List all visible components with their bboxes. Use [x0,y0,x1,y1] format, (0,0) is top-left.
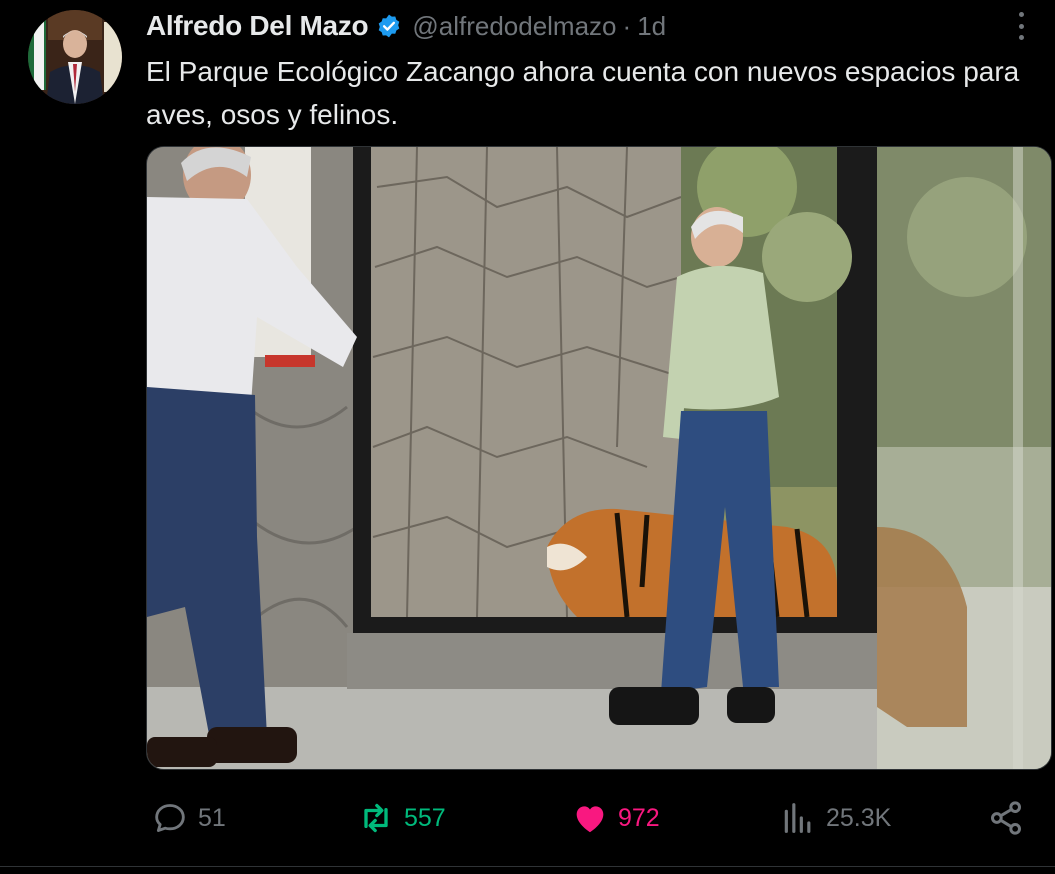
like-button[interactable]: 972 [570,796,660,840]
retweet-button[interactable]: 557 [356,796,446,840]
views-bar-chart-icon [784,803,811,833]
author-handle[interactable]: @alfredodelmazo [412,11,616,42]
tweet-timestamp[interactable]: 1d [637,11,666,42]
reply-count: 51 [198,803,226,832]
share-button[interactable] [986,796,1026,840]
tweet-photo[interactable] [146,146,1052,770]
retweet-count: 557 [404,803,446,832]
author-avatar[interactable] [28,10,122,104]
divider [0,866,1055,867]
reply-button[interactable]: 51 [150,796,226,840]
more-options-icon[interactable] [1007,10,1035,42]
views-button[interactable]: 25.3K [778,796,891,840]
tweet-card[interactable]: Alfredo Del Mazo @alfredodelmazo · 1d El… [0,0,1055,874]
view-count: 25.3K [826,803,892,832]
author-name[interactable]: Alfredo Del Mazo [146,10,369,42]
verified-badge-icon [376,13,402,39]
retweet-icon [364,803,388,833]
action-bar: 51 557 972 25.3K [146,796,1026,840]
separator-dot: · [622,10,632,41]
share-icon [991,801,1021,835]
like-count: 972 [618,803,660,832]
reply-bubble-icon [155,804,185,832]
tweet-header: Alfredo Del Mazo @alfredodelmazo · 1d [146,8,666,44]
heart-icon [576,806,604,833]
tweet-text: El Parque Ecológico Zacango ahora cuenta… [146,56,1020,130]
